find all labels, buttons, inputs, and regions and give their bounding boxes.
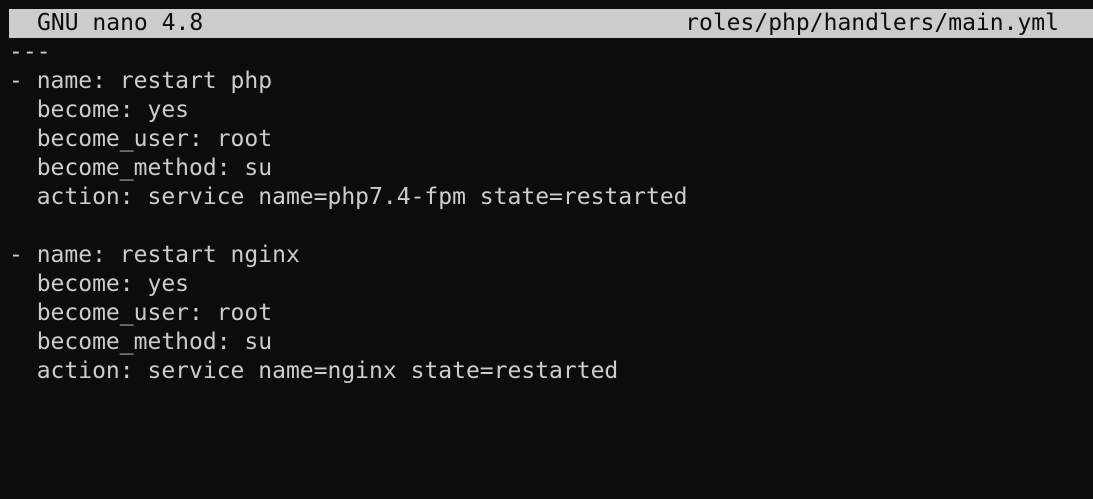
editor-line-7[interactable] bbox=[9, 212, 1093, 241]
nano-title-bar: GNU nano 4.8 roles/php/handlers/main.yml bbox=[9, 9, 1093, 38]
editor-line-1[interactable]: --- bbox=[9, 38, 1093, 67]
text-editor-area[interactable]: --- - name: restart php become: yes beco… bbox=[9, 38, 1093, 386]
terminal-window[interactable]: GNU nano 4.8 roles/php/handlers/main.yml… bbox=[0, 0, 1093, 499]
editor-line-10[interactable]: become_user: root bbox=[9, 299, 1093, 328]
editor-line-5[interactable]: become_method: su bbox=[9, 154, 1093, 183]
editor-line-2[interactable]: - name: restart php bbox=[9, 67, 1093, 96]
editor-line-3[interactable]: become: yes bbox=[9, 96, 1093, 125]
file-path: roles/php/handlers/main.yml bbox=[685, 10, 1059, 36]
editor-line-12[interactable]: action: service name=nginx state=restart… bbox=[9, 357, 1093, 386]
editor-line-4[interactable]: become_user: root bbox=[9, 125, 1093, 154]
editor-line-6[interactable]: action: service name=php7.4-fpm state=re… bbox=[9, 183, 1093, 212]
editor-version: GNU nano 4.8 bbox=[37, 10, 204, 36]
editor-line-8[interactable]: - name: restart nginx bbox=[9, 241, 1093, 270]
editor-line-11[interactable]: become_method: su bbox=[9, 328, 1093, 357]
editor-line-9[interactable]: become: yes bbox=[9, 270, 1093, 299]
